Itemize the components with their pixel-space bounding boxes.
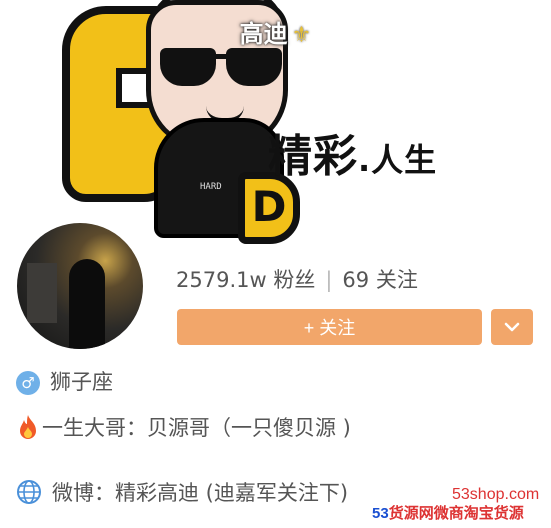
- stats-divider: |: [325, 268, 333, 292]
- share-button[interactable]: [438, 17, 468, 47]
- message-button[interactable]: [497, 17, 531, 47]
- banner-slogan-small: .人生: [358, 141, 438, 179]
- nav-title: 高迪 ⚜: [0, 14, 551, 49]
- globe-icon: [16, 479, 42, 510]
- watermark-brand-name: 货源网: [388, 505, 434, 522]
- fire-icon: [16, 413, 40, 446]
- bio-text: 一生大哥：贝源哥（一只傻贝源 ): [42, 416, 351, 440]
- fleur-de-lis-icon: ⚜: [291, 23, 312, 48]
- following-count[interactable]: 69 关注: [342, 268, 417, 292]
- watermark-number: 53: [372, 505, 389, 522]
- followers-count[interactable]: 2579.1w 粉丝: [176, 268, 315, 292]
- share-icon: [441, 19, 466, 45]
- chevron-down-icon: [504, 322, 520, 332]
- profile-stats: 2579.1w 粉丝 | 69 关注: [176, 264, 418, 294]
- follow-button[interactable]: + 关注: [177, 309, 482, 345]
- watermark-brand-tail: 微商淘宝货源: [433, 505, 524, 522]
- hoodie-print: HARD: [200, 182, 222, 192]
- avatar[interactable]: [14, 220, 146, 352]
- weibo-text: 微博：精彩高迪 (迪嘉军关注下): [52, 481, 349, 505]
- banner-slogan: 精彩.人生: [268, 120, 437, 184]
- male-icon: ♂: [16, 371, 40, 395]
- page-title: 高迪: [239, 20, 288, 48]
- more-options-button[interactable]: [491, 309, 533, 345]
- banner-slogan-main: 精彩: [268, 131, 358, 182]
- bio-row: 一生大哥：贝源哥（一只傻贝源 ): [16, 412, 351, 446]
- zodiac-text: 狮子座: [50, 370, 113, 394]
- watermark-brand: 53货源网微商淘宝货源: [372, 502, 524, 523]
- mail-icon: [498, 20, 530, 44]
- zodiac-row: ♂ 狮子座: [16, 366, 113, 396]
- weibo-row: 微博：精彩高迪 (迪嘉军关注下): [16, 477, 348, 510]
- sunglasses-icon: [160, 48, 286, 90]
